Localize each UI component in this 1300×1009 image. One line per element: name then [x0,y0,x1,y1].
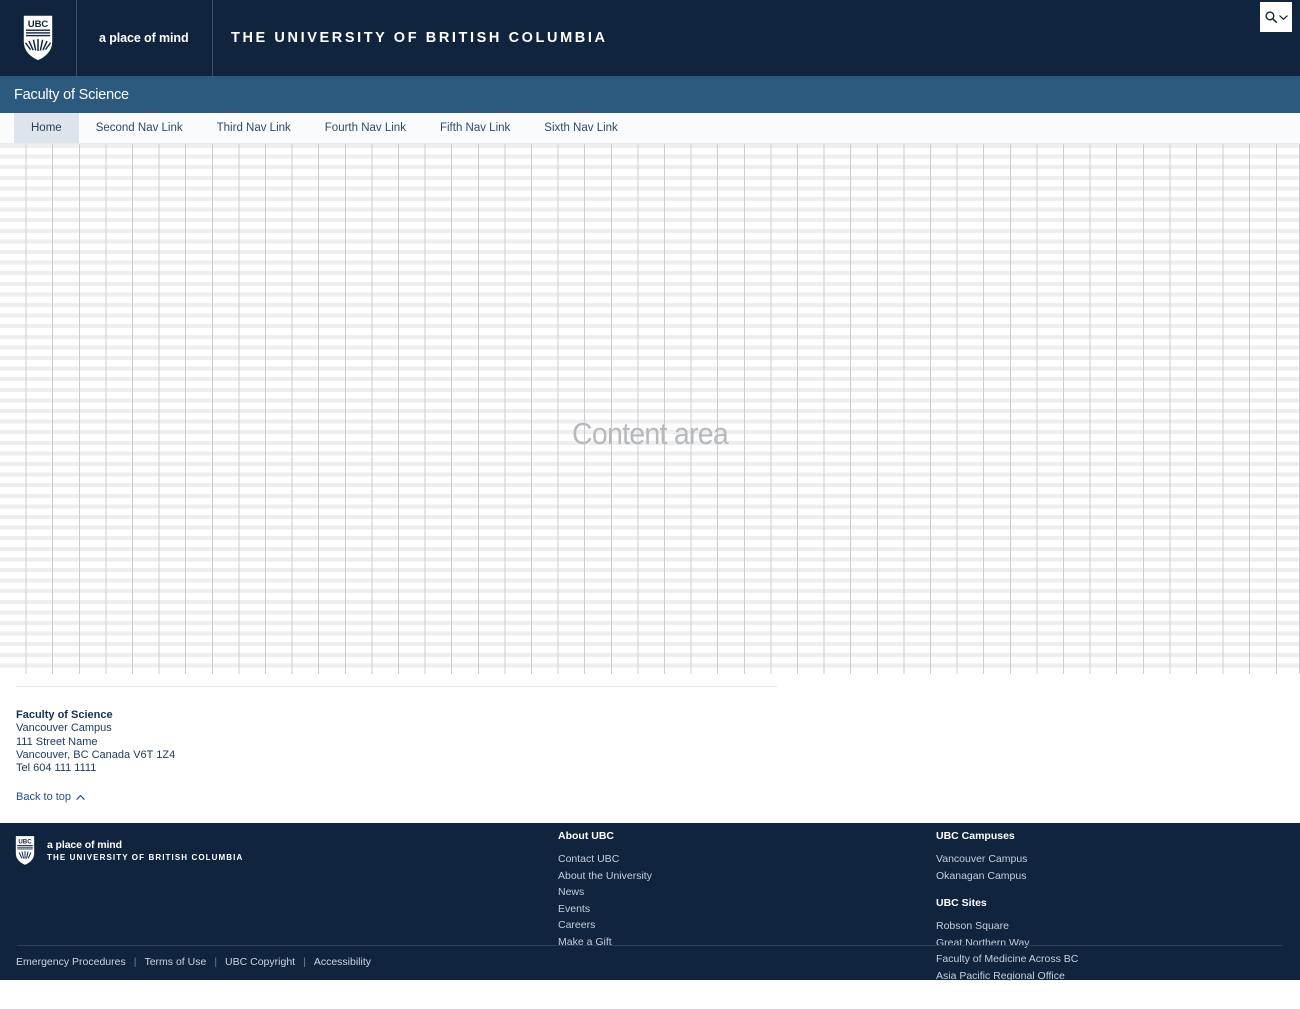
global-header: UBC a place of mind THE UNIVERSITY OF BR… [0,0,1300,76]
search-toggle-button[interactable] [1260,2,1292,32]
footer-legal-bar: Emergency Procedures | Terms of Use | UB… [16,956,371,968]
nav-item-sixth[interactable]: Sixth Nav Link [527,113,635,143]
site-footer: UBC a place of mind THE UNIVERSITY OF BR… [0,823,1300,983]
svg-text:UBC: UBC [28,19,49,30]
footer-ubc-logo[interactable]: UBC a place of mind THE UNIVERSITY OF BR… [14,835,243,867]
footer-column-campuses: UBC Campuses Vancouver Campus Okanagan C… [936,830,1078,983]
legal-link-accessibility[interactable]: Accessibility [314,956,371,968]
footer-link-make-a-gift[interactable]: Make a Gift [558,934,652,950]
footer-link-about-the-university[interactable]: About the University [558,868,652,884]
search-icon [1265,11,1278,24]
contact-phone: Tel 604 111 1111 [16,762,97,775]
footer-link-faculty-of-medicine-across-bc[interactable]: Faculty of Medicine Across BC [936,951,1078,967]
ubc-crest-icon: UBC [14,835,36,867]
contact-city: Vancouver, BC Canada V6T 1Z4 [16,748,176,761]
footer-link-okanagan-campus[interactable]: Okanagan Campus [936,868,1078,884]
ubc-crest-logo[interactable]: UBC [0,0,77,76]
footer-logo-tagline: a place of mind [47,838,122,851]
nav-item-home[interactable]: Home [14,113,79,143]
footer-link-asia-pacific-regional-office[interactable]: Asia Pacific Regional Office [936,968,1078,984]
chevron-up-icon [76,794,85,800]
footer-column-heading: About UBC [558,830,614,843]
footer-column-heading: UBC Campuses [936,830,1015,843]
nav-item-third[interactable]: Third Nav Link [200,113,308,143]
legal-separator: | [303,956,306,969]
nav-item-label: Sixth Nav Link [544,122,618,134]
footer-link-news[interactable]: News [558,884,652,900]
nav-item-label: Third Nav Link [216,122,291,134]
contact-street: 111 Street Name [16,735,98,748]
legal-separator: | [133,956,137,969]
legal-link-terms-of-use[interactable]: Terms of Use [144,956,206,968]
contact-divider [16,686,777,687]
content-area-placeholder: Content area [0,144,1300,674]
footer-link-contact-ubc[interactable]: Contact UBC [558,851,652,867]
footer-logo-text: a place of mind THE UNIVERSITY OF BRITIS… [47,839,243,863]
content-area-label: Content area [571,416,729,451]
legal-separator: | [214,956,218,969]
header-university-name: THE UNIVERSITY OF BRITISH COLUMBIA [213,0,1300,76]
footer-legal-divider [17,945,1283,947]
nav-item-fourth[interactable]: Fourth Nav Link [308,113,423,143]
nav-item-second[interactable]: Second Nav Link [79,113,200,143]
nav-item-label: Home [31,122,62,134]
svg-text:UBC: UBC [18,839,32,846]
footer-link-robson-square[interactable]: Robson Square [936,918,1078,934]
footer-column-heading-sites: UBC Sites [936,897,987,910]
footer-link-careers[interactable]: Careers [558,917,652,933]
contact-unit-name: Faculty of Science [16,709,113,721]
back-to-top-link[interactable]: Back to top [16,791,85,803]
footer-link-great-northern-way[interactable]: Great Northern Way [936,935,1078,951]
nav-item-label: Fourth Nav Link [324,122,406,134]
footer-link-events[interactable]: Events [558,901,652,917]
nav-item-label: Second Nav Link [95,122,183,134]
footer-link-vancouver-campus[interactable]: Vancouver Campus [936,851,1078,867]
footer-column-about-ubc: About UBC Contact UBC About the Universi… [558,830,652,949]
footer-logo-university: THE UNIVERSITY OF BRITISH COLUMBIA [47,852,244,862]
nav-item-label: Fifth Nav Link [439,122,511,134]
header-tagline: a place of mind [77,0,213,76]
contact-campus: Vancouver Campus [16,722,112,735]
unit-contact-block: Faculty of Science Vancouver Campus 111 … [0,674,1300,805]
back-to-top-label: Back to top [16,791,72,804]
unit-title: Faculty of Science [14,86,129,103]
nav-item-fifth[interactable]: Fifth Nav Link [423,113,527,143]
unit-title-bar: Faculty of Science [0,76,1300,113]
legal-link-emergency-procedures[interactable]: Emergency Procedures [16,956,126,968]
chevron-down-icon [1279,14,1288,20]
header-university-name-text: THE UNIVERSITY OF BRITISH COLUMBIA [231,30,608,46]
legal-link-ubc-copyright[interactable]: UBC Copyright [225,956,295,968]
header-tagline-text: a place of mind [99,31,189,45]
ubc-crest-icon: UBC [22,14,54,62]
primary-navigation: Home Second Nav Link Third Nav Link Four… [0,113,1300,144]
